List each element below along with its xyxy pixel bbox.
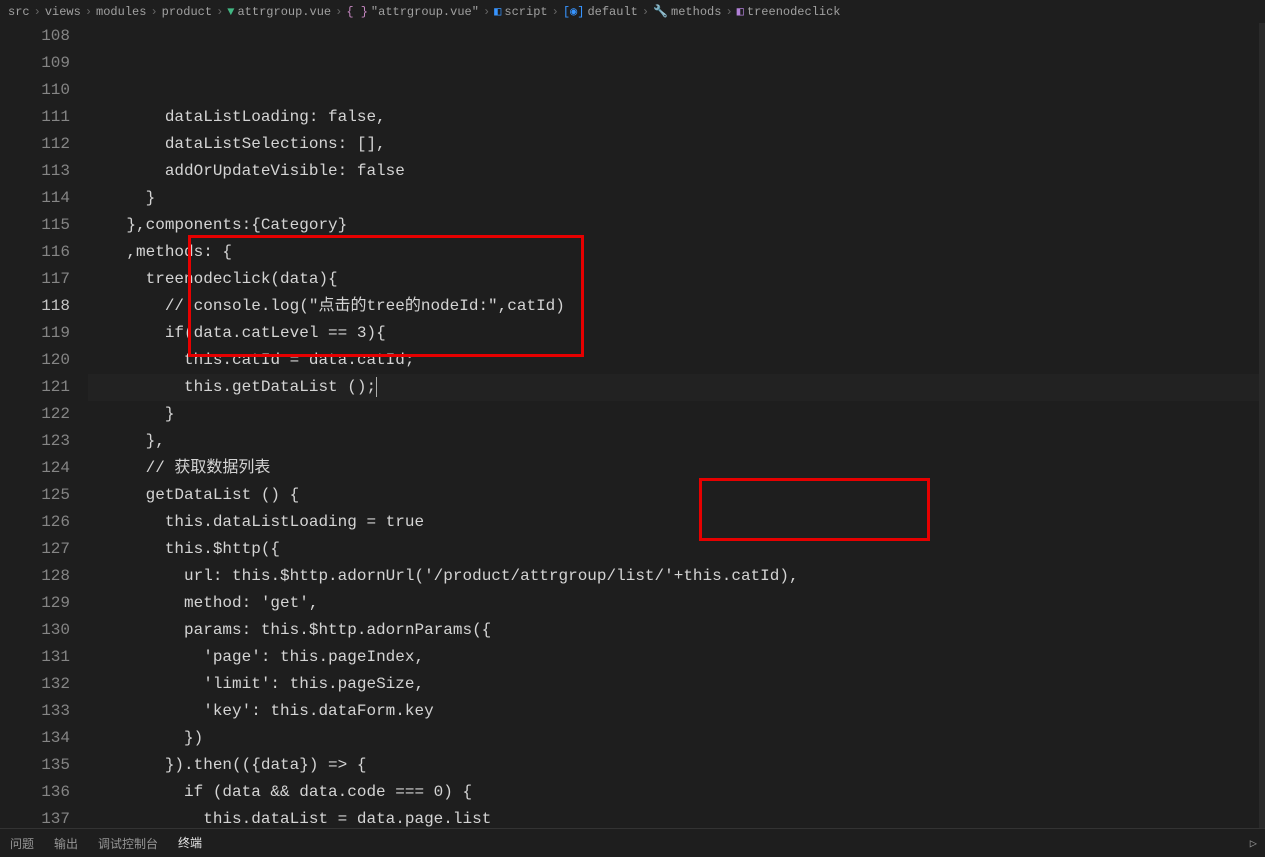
crumb-views[interactable]: views xyxy=(45,5,81,19)
line-number-gutter: 1081091101111121131141151161171181191201… xyxy=(0,23,88,833)
chevron-right-icon: › xyxy=(725,5,732,19)
chevron-right-icon: › xyxy=(85,5,92,19)
crumb-methods[interactable]: 🔧 methods xyxy=(653,4,721,19)
scrollbar[interactable] xyxy=(1259,23,1265,833)
chevron-right-icon: › xyxy=(34,5,41,19)
bracket-icon: [◉] xyxy=(563,4,585,19)
crumb-src[interactable]: src xyxy=(8,5,30,19)
crumb-file[interactable]: ▼ attrgroup.vue xyxy=(227,5,331,19)
crumb-block[interactable]: { } "attrgroup.vue" xyxy=(346,5,479,19)
panel-tab-problems[interactable]: 问题 xyxy=(0,829,44,857)
crumb-default[interactable]: [◉] default xyxy=(563,4,638,19)
chevron-right-icon: › xyxy=(483,5,490,19)
vue-icon: ▼ xyxy=(227,5,234,19)
braces-icon: { } xyxy=(346,5,368,19)
chevron-right-icon: › xyxy=(552,5,559,19)
breadcrumb: src › views › modules › product › ▼ attr… xyxy=(0,0,1265,23)
panel-expand-icon[interactable]: ▷ xyxy=(1242,832,1265,855)
panel-tab-debug[interactable]: 调试控制台 xyxy=(88,829,168,857)
crumb-product[interactable]: product xyxy=(162,5,212,19)
panel-tab-terminal[interactable]: 终端 xyxy=(168,828,212,857)
wrench-icon: 🔧 xyxy=(653,4,668,19)
chevron-right-icon: › xyxy=(335,5,342,19)
text-caret xyxy=(376,377,377,397)
crumb-script[interactable]: ◧ script xyxy=(494,4,547,19)
crumb-modules[interactable]: modules xyxy=(96,5,146,19)
cube-icon: ◧ xyxy=(737,4,744,19)
chevron-right-icon: › xyxy=(150,5,157,19)
chevron-right-icon: › xyxy=(216,5,223,19)
crumb-treenodeclick[interactable]: ◧ treenodeclick xyxy=(737,4,841,19)
code-editor[interactable]: 1081091101111121131141151161171181191201… xyxy=(0,23,1265,833)
panel-tabs: 问题 输出 调试控制台 终端 ▷ xyxy=(0,828,1265,857)
panel-tab-output[interactable]: 输出 xyxy=(44,829,88,857)
code-content[interactable]: dataListLoading: false, dataListSelectio… xyxy=(88,23,1265,833)
chevron-right-icon: › xyxy=(642,5,649,19)
cube-icon: ◧ xyxy=(494,4,501,19)
